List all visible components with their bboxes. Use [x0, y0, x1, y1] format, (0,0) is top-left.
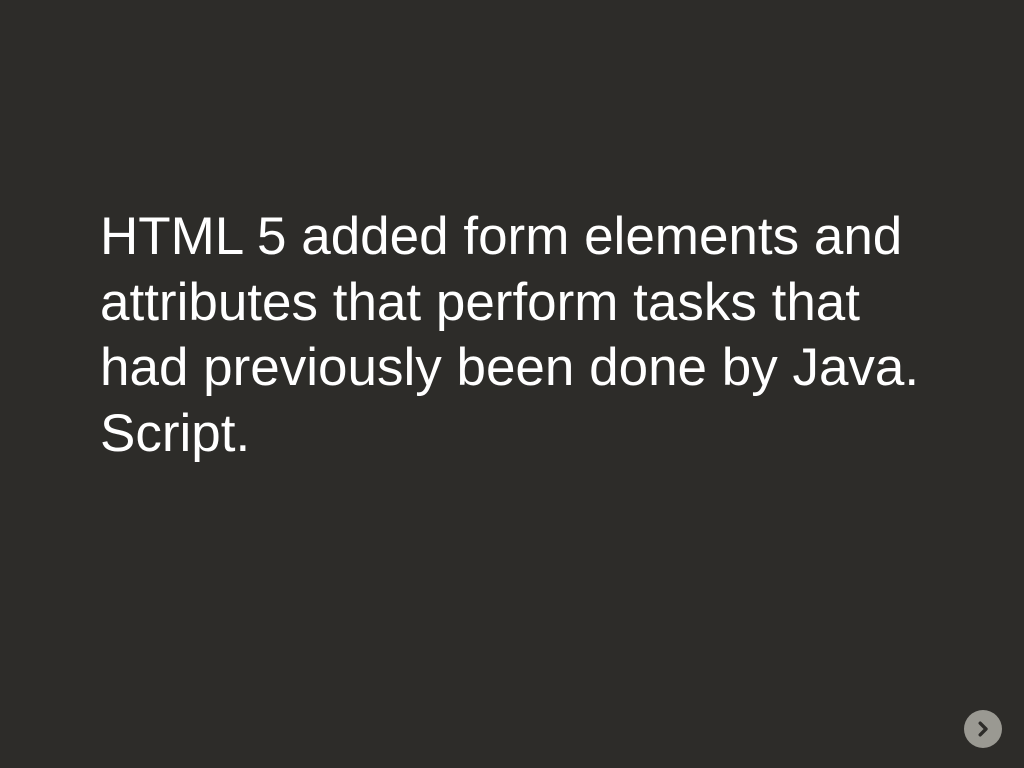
next-slide-button[interactable]: [964, 710, 1002, 748]
arrow-right-icon: [973, 719, 993, 739]
slide: HTML 5 added form elements and attribute…: [0, 0, 1024, 768]
slide-body-text: HTML 5 added form elements and attribute…: [100, 204, 930, 467]
